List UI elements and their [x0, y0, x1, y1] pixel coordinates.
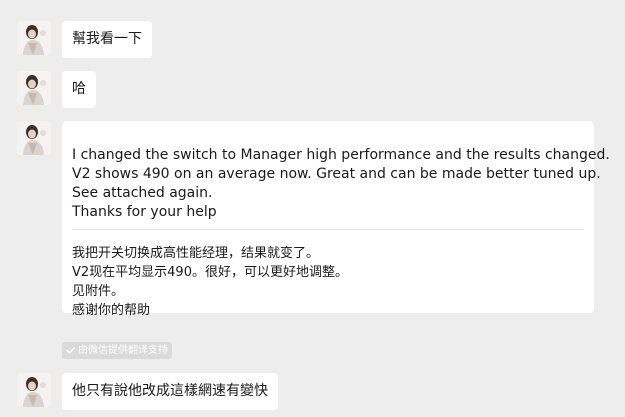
translation-divider: [72, 229, 584, 230]
message-bubble[interactable]: 哈: [62, 71, 96, 108]
user-avatar-icon: [17, 121, 51, 155]
check-icon: [66, 347, 75, 354]
translation-text-line: 见附件。: [72, 284, 125, 299]
original-text-line: See attached again.: [72, 185, 213, 201]
translation-badge: 由微信提供翻译支持: [62, 342, 172, 359]
avatar[interactable]: [17, 71, 51, 105]
original-text-line: Thanks for your help: [72, 204, 217, 220]
message-bubble-translated[interactable]: I changed the switch to Manager high per…: [62, 121, 610, 318]
avatar[interactable]: [17, 21, 51, 55]
translation-badge-label: 由微信提供翻译支持: [78, 345, 168, 356]
user-avatar-icon: [17, 373, 51, 407]
original-text-line: V2 shows 490 on an average now. Great an…: [72, 166, 601, 182]
original-text-line: I changed the switch to Manager high per…: [72, 147, 610, 163]
avatar[interactable]: [17, 373, 51, 407]
message-bubble[interactable]: 幫我看一下: [62, 21, 152, 58]
user-avatar-icon: [17, 71, 51, 105]
translation-text-line: 感谢你的帮助: [72, 303, 151, 318]
user-avatar-icon: [17, 21, 51, 55]
avatar[interactable]: [17, 121, 51, 155]
message-bubble[interactable]: 他只有說他改成這樣網速有變快: [62, 373, 278, 410]
translation-text-line: 我把开关切换成高性能经理，结果就变了。: [72, 246, 320, 261]
translation-text-line: V2现在平均显示490。很好，可以更好地调整。: [72, 265, 348, 280]
